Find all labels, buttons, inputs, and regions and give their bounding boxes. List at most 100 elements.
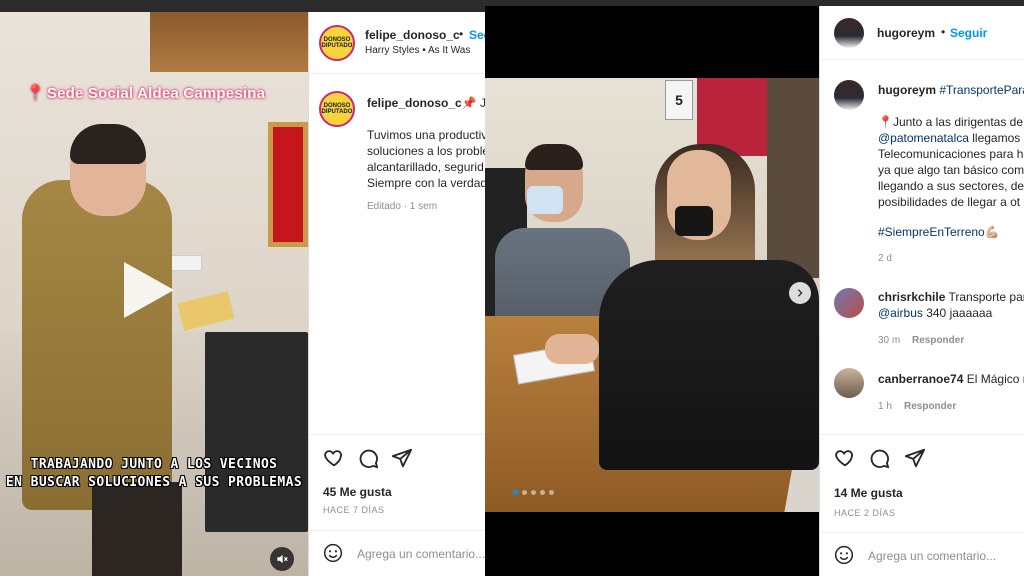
post-left-header: DONOSO DIPUTADO felipe_donoso_c • Seguir…: [309, 12, 485, 74]
like-count[interactable]: 45 Me gusta: [323, 485, 392, 499]
comment-icon[interactable]: [357, 447, 379, 469]
video-location-text: Sede Social Aldea Campesina: [46, 85, 266, 102]
comment-username[interactable]: chrisrkchile: [878, 290, 945, 304]
separator-dot: •: [459, 27, 464, 41]
caption-lead: 📌 JU: [461, 96, 485, 110]
photo-panel: [767, 78, 819, 278]
chevron-right-icon: [797, 289, 803, 297]
video-frame-person-legs: [92, 482, 182, 576]
share-icon[interactable]: [904, 447, 926, 469]
post-right-sidebar: hugoreym • Seguir hugoreym #TransportePa…: [819, 6, 1024, 576]
caption-line2: soluciones a los proble: [367, 144, 485, 158]
photo-man-mask: [527, 186, 563, 214]
comment-line2-text: 340 jaaaaaa: [922, 306, 993, 320]
reply-button[interactable]: Responder: [904, 401, 956, 412]
caption-line4: Siempre con la verdad: [367, 176, 485, 190]
photo-sign: 5: [665, 80, 693, 120]
post-right-header: hugoreym • Seguir: [820, 6, 1024, 60]
share-icon[interactable]: [391, 447, 413, 469]
caption-avatar[interactable]: DONOSO DIPUTADO: [319, 91, 355, 127]
caption-line4: ya que algo tan básico com: [878, 163, 1024, 177]
comment-input[interactable]: [357, 545, 485, 563]
follow-button[interactable]: Seguir: [950, 26, 987, 40]
video-player[interactable]: 📍 Sede Social Aldea Campesina TRABAJANDO …: [0, 12, 308, 576]
caption-line1: 📍Junto a las dirigentas de: [878, 115, 1024, 129]
comment-mention[interactable]: @airbus: [878, 306, 923, 320]
comment-bar: [309, 530, 485, 576]
comment-line2: @airbus 340 jaaaaaa: [878, 305, 992, 321]
caption-meta: Editado · 1 sem: [367, 201, 438, 212]
video-location-label: 📍 Sede Social Aldea Campesina: [26, 84, 265, 102]
comment-text: Transporte par: [945, 290, 1024, 304]
comment-icon[interactable]: [868, 447, 890, 469]
carousel-dot: [531, 490, 536, 495]
photo-woman-body: [599, 260, 819, 470]
post-left-actions: 45 Me gusta: [309, 434, 485, 510]
post-photo: 5: [485, 78, 819, 512]
audio-track-label[interactable]: Harry Styles • As It Was: [365, 45, 470, 56]
photo-man-hair: [525, 144, 583, 170]
reply-button[interactable]: Responder: [912, 335, 964, 346]
follow-button[interactable]: Seguir: [469, 28, 485, 42]
caption-hashtag-link[interactable]: #SiempreEnTerreno💪🏼: [878, 225, 1000, 239]
video-caption-line1: TRABAJANDO JUNTO A LOS VECINOS: [30, 457, 278, 472]
carousel-dot: [522, 490, 527, 495]
video-frame-speaker: [205, 332, 308, 532]
comment-username[interactable]: canberranoe74: [878, 372, 963, 386]
post-author-username[interactable]: hugoreym: [877, 26, 935, 40]
caption-avatar-text: DONOSO DIPUTADO: [321, 103, 353, 115]
photo-woman-mask: [675, 206, 713, 236]
avatar-text: DONOSO DIPUTADO: [321, 37, 353, 49]
caption-mention[interactable]: @patomenatalca: [878, 131, 969, 145]
caption-age: 2 d: [878, 253, 892, 264]
caption-username[interactable]: hugoreym: [878, 83, 936, 97]
caption-line3: Telecomunicaciones para h: [878, 147, 1024, 161]
post-author-username[interactable]: felipe_donoso_c: [365, 28, 460, 42]
emoji-icon[interactable]: [323, 543, 343, 563]
comment-line1: canberranoe74 El Mágico n: [878, 371, 1024, 387]
video-frame-painting: [268, 122, 308, 247]
comment-age: 30 m: [878, 335, 901, 346]
caption-username[interactable]: felipe_donoso_c: [367, 96, 462, 110]
post-left-sidebar: DONOSO DIPUTADO felipe_donoso_c • Seguir…: [308, 12, 485, 576]
heart-icon[interactable]: [323, 447, 345, 469]
comment-avatar[interactable]: [834, 288, 864, 318]
video-frame-ceiling: [150, 12, 308, 72]
avatar[interactable]: DONOSO DIPUTADO: [319, 25, 355, 61]
caption-line5: llegando a sus sectores, de: [878, 179, 1024, 193]
carousel-dot: [513, 490, 518, 495]
comment-avatar[interactable]: [834, 368, 864, 398]
caption-line3: alcantarillado, segurid: [367, 160, 484, 174]
comment-text: El Mágico n: [963, 372, 1024, 386]
heart-icon[interactable]: [834, 447, 856, 469]
caption-line6: posibilidades de llegar a ot: [878, 195, 1021, 209]
emoji-icon[interactable]: [834, 545, 854, 565]
mute-button[interactable]: [270, 547, 294, 571]
comment-bar: [820, 532, 1024, 576]
like-count[interactable]: 14 Me gusta: [834, 486, 903, 500]
caption-line2-rest: llegamos: [968, 131, 1021, 145]
play-icon[interactable]: [124, 262, 174, 318]
caption-line1: Tuvimos una productiv: [367, 128, 485, 142]
comment-line1: chrisrkchile Transporte par: [878, 289, 1024, 305]
comment-input[interactable]: [868, 547, 1018, 565]
carousel-indicator: [485, 490, 585, 498]
carousel-next-button[interactable]: [789, 282, 811, 304]
avatar[interactable]: [834, 18, 864, 48]
photo-hand: [545, 334, 599, 364]
caption-line2: @patomenatalca llegamos: [878, 130, 1020, 146]
post-age: HACE 2 DÍAS: [834, 508, 896, 518]
caption-header-line: hugoreym #TransportePara: [878, 82, 1024, 98]
caption-header-line: felipe_donoso_c📌 JU: [367, 95, 485, 111]
post-right-actions: 14 Me gusta: [820, 434, 1024, 506]
carousel-dot: [549, 490, 554, 495]
separator-dot: •: [941, 25, 946, 39]
muted-speaker-icon: [277, 554, 288, 564]
post-right-media[interactable]: 5: [485, 6, 819, 576]
post-age: HACE 7 DÍAS: [323, 505, 385, 515]
location-pin-icon: 📍: [26, 85, 45, 102]
caption-hashtag-lead[interactable]: #TransportePara: [939, 83, 1024, 97]
caption-hashtag: #SiempreEnTerreno💪🏼: [878, 224, 1000, 240]
video-caption-line2: EN BUSCAR SOLUCIONES A SUS PROBLEMAS: [5, 475, 303, 490]
caption-avatar[interactable]: [834, 80, 864, 110]
